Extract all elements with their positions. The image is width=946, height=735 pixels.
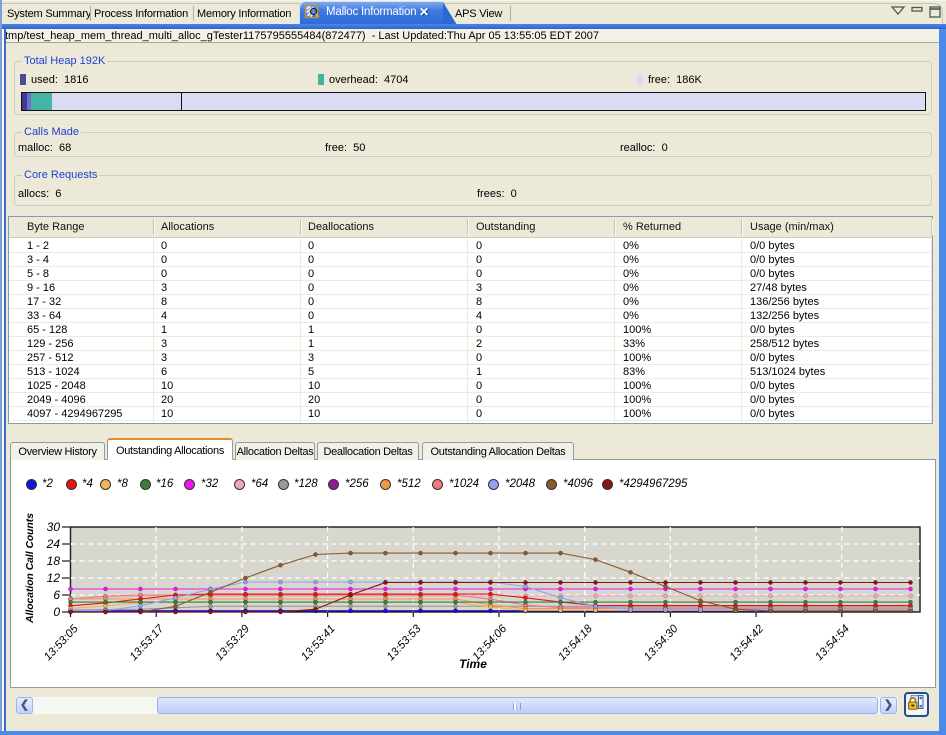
svg-text:Allocation Call Counts: Allocation Call Counts <box>25 513 36 624</box>
svg-text:30: 30 <box>47 520 61 534</box>
svg-text:13:54:18: 13:54:18 <box>556 622 595 663</box>
svg-text:13:53:41: 13:53:41 <box>299 623 338 663</box>
svg-text:6: 6 <box>53 588 60 602</box>
svg-text:18: 18 <box>47 554 61 568</box>
svg-text:13:54:54: 13:54:54 <box>813 623 852 663</box>
svg-text:12: 12 <box>47 571 61 585</box>
svg-text:0: 0 <box>53 605 60 619</box>
svg-text:13:53:29: 13:53:29 <box>213 622 252 663</box>
svg-text:Time: Time <box>459 657 487 671</box>
svg-text:13:54:30: 13:54:30 <box>642 622 681 663</box>
svg-text:13:53:53: 13:53:53 <box>385 622 424 663</box>
svg-text:24: 24 <box>46 537 61 551</box>
svg-text:13:54:42: 13:54:42 <box>728 622 767 663</box>
svg-text:13:53:17: 13:53:17 <box>128 622 167 663</box>
svg-text:13:53:05: 13:53:05 <box>42 622 81 663</box>
